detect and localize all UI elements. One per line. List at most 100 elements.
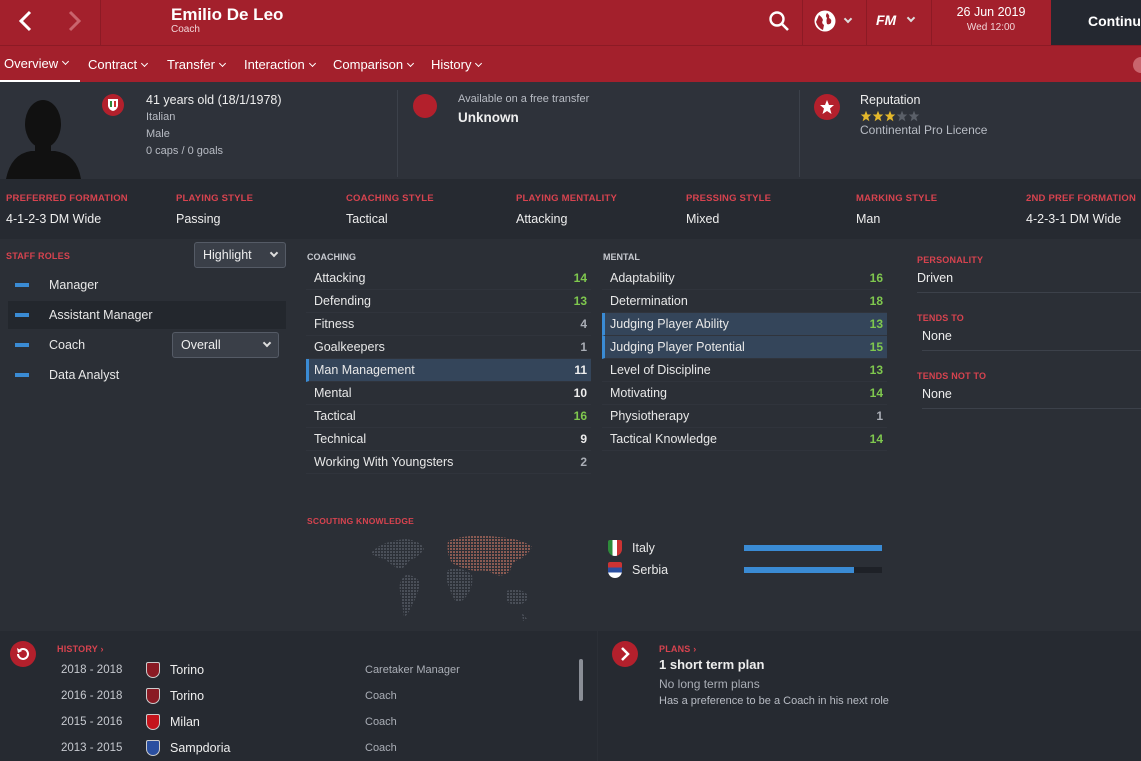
history-club[interactable]: Torino <box>170 663 365 677</box>
age-text: 41 years old (18/1/1978) <box>146 93 282 107</box>
history-row[interactable]: 2013 - 2015 Sampdoria Coach <box>0 735 575 761</box>
role-label: Data Analyst <box>49 368 120 382</box>
attribute-name: Man Management <box>314 363 415 377</box>
tab-comparison[interactable]: Comparison <box>333 46 415 83</box>
attribute-value: 4 <box>580 317 587 331</box>
world-menu-button[interactable] <box>813 9 859 33</box>
plans-link[interactable]: Plans › <box>659 644 696 654</box>
history-row[interactable]: 2015 - 2016 Milan Coach <box>0 709 575 735</box>
attribute-value: 13 <box>869 363 883 377</box>
chevron-right-icon[interactable] <box>612 641 638 667</box>
plan-preference: Has a preference to be a Coach in his ne… <box>659 695 889 707</box>
star-icon <box>872 109 884 122</box>
reputation-stars <box>860 109 920 122</box>
attribute-row[interactable]: Technical 9 <box>306 428 591 451</box>
attribute-row[interactable]: Fitness 4 <box>306 313 591 336</box>
style-playing-mentality: Playing Mentality Attacking <box>516 179 617 239</box>
role-label: Coach <box>49 338 86 352</box>
attribute-name: Judging Player Ability <box>610 317 729 331</box>
attribute-row[interactable]: Judging Player Potential 15 <box>602 336 887 359</box>
attribute-value: 14 <box>869 386 883 400</box>
dropdown-label: Highlight <box>203 248 252 262</box>
personality-label: Personality <box>917 255 984 265</box>
role-data-analyst[interactable]: Data Analyst <box>8 361 286 389</box>
tab-transfer[interactable]: Transfer <box>167 46 226 83</box>
attribute-row[interactable]: Goalkeepers 1 <box>306 336 591 359</box>
role-assistant-manager[interactable]: Assistant Manager <box>8 301 286 329</box>
tab-label: Transfer <box>167 57 215 72</box>
tab-interaction[interactable]: Interaction <box>244 46 316 83</box>
attribute-value: 2 <box>580 455 587 469</box>
history-club[interactable]: Milan <box>170 715 365 729</box>
highlight-dropdown[interactable]: Highlight <box>194 242 286 268</box>
licence-text: Continental Pro Licence <box>860 123 988 137</box>
forward-arrow-icon[interactable] <box>60 6 90 36</box>
attribute-name: Defending <box>314 294 371 308</box>
attribute-name: Level of Discipline <box>610 363 711 377</box>
style-value: Mixed <box>686 212 720 226</box>
mental-attributes: Adaptability 16 Determination 18 Judging Pla… <box>602 267 887 451</box>
attribute-row[interactable]: Physiotherapy 1 <box>602 405 887 428</box>
history-role: Coach <box>365 690 397 702</box>
history-row[interactable]: 2016 - 2018 Torino Coach <box>0 683 575 709</box>
attribute-row[interactable]: Man Management 11 <box>306 359 591 382</box>
time-text: Wed 12:00 <box>966 22 1016 33</box>
tends-not-to-label: Tends Not To <box>917 371 987 381</box>
attribute-row[interactable]: Working With Youngsters 2 <box>306 451 591 474</box>
style-preferred-formation: Preferred Formation 4-1-2-3 DM Wide <box>6 179 128 239</box>
style-value: Man <box>856 212 881 226</box>
attribute-row[interactable]: Mental 10 <box>306 382 591 405</box>
attribute-value: 9 <box>580 432 587 446</box>
attribute-value: 13 <box>869 317 883 331</box>
globe-icon <box>814 10 836 32</box>
history-panel: History › 2018 - 2018 Torino Caretaker Man… <box>0 631 597 761</box>
style-coaching-style: Coaching Style Tactical <box>346 179 434 239</box>
continue-button[interactable]: Continue <box>1051 0 1141 45</box>
attribute-row[interactable]: Tactical 16 <box>306 405 591 428</box>
style-value: 4-2-3-1 DM Wide <box>1026 212 1122 226</box>
tab-overview[interactable]: Overview <box>0 46 80 83</box>
style-label: 2nd Pref Formation <box>1026 193 1137 204</box>
fm-menu-button[interactable]: FM <box>876 12 916 28</box>
italy-crest-icon <box>608 540 622 556</box>
attribute-row[interactable]: Motivating 14 <box>602 382 887 405</box>
tab-history[interactable]: History <box>431 46 483 83</box>
role-label: Assistant Manager <box>49 308 153 322</box>
attribute-row[interactable]: Adaptability 16 <box>602 267 887 290</box>
coaching-attributes: Attacking 14 Defending 13 Fitness 4 Goalkeeper… <box>306 267 591 474</box>
tab-label: History <box>431 57 472 72</box>
overall-dropdown[interactable]: Overall <box>172 332 279 358</box>
attribute-value: 15 <box>869 340 883 354</box>
divider <box>802 0 803 45</box>
attribute-row[interactable]: Determination 18 <box>602 290 887 313</box>
world-map <box>366 533 542 628</box>
attributes-panel: Coaching Attacking 14 Defending 13 Fitness 4 G… <box>298 239 903 631</box>
history-club[interactable]: Torino <box>170 689 365 703</box>
role-manager[interactable]: Manager <box>8 271 286 299</box>
history-row[interactable]: 2018 - 2018 Torino Caretaker Manager <box>0 657 575 683</box>
tab-contract[interactable]: Contract <box>88 46 149 83</box>
transfer-status-text: Available on a free transfer <box>458 93 590 105</box>
knowledge-bar-fill <box>744 567 855 573</box>
attribute-value: 16 <box>573 409 587 423</box>
club-crest-icon <box>146 688 160 704</box>
search-icon[interactable] <box>768 10 790 32</box>
attribute-row[interactable]: Attacking 14 <box>306 267 591 290</box>
history-scrollbar[interactable] <box>579 659 583 701</box>
attribute-value: 16 <box>869 271 883 285</box>
back-arrow-icon[interactable] <box>10 6 40 36</box>
history-role: Coach <box>365 742 397 754</box>
style-pressing-style: Pressing Style Mixed <box>686 179 771 239</box>
attribute-row[interactable]: Tactical Knowledge 14 <box>602 428 887 451</box>
attribute-row[interactable]: Level of Discipline 13 <box>602 359 887 382</box>
star-badge-icon <box>814 94 840 120</box>
attribute-row[interactable]: Judging Player Ability 13 <box>602 313 887 336</box>
style-playing-style: Playing Style Passing <box>176 179 253 239</box>
attribute-row[interactable]: Defending 13 <box>306 290 591 313</box>
history-club[interactable]: Sampdoria <box>170 741 365 755</box>
attribute-name: Fitness <box>314 317 355 331</box>
style-marking-style: Marking Style Man <box>856 179 937 239</box>
transfer-value-text: Unknown <box>458 110 519 125</box>
scroll-indicator[interactable] <box>1133 57 1141 73</box>
history-link[interactable]: History › <box>57 644 104 654</box>
